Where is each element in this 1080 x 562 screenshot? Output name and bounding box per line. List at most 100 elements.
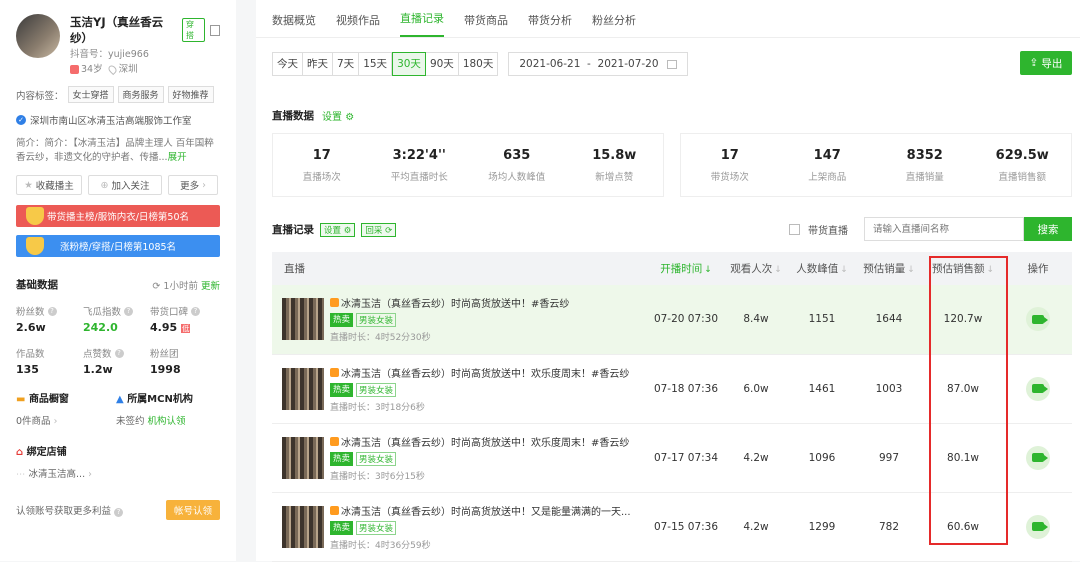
store-section: ⌂ 绑定店铺 ⋯ 冰清玉洁高... › bbox=[16, 443, 220, 480]
filter-row: 今天 昨天 7天 15天 30天 90天 180天 2021-06-21 - 2… bbox=[272, 52, 689, 76]
live-thumbnail[interactable] bbox=[282, 505, 324, 548]
content-tag[interactable]: 商务服务 bbox=[117, 86, 164, 103]
shop-link[interactable]: 0件商品 › bbox=[16, 413, 116, 427]
tab-overview[interactable]: 数据概览 bbox=[272, 12, 316, 37]
table-row[interactable]: 冰清玉洁（真丝香云纱）时尚高货放送中！又是能量满满的一天... 热卖 男装女装 直… bbox=[272, 492, 1072, 561]
table-row[interactable]: 冰清玉洁（真丝香云纱）时尚高货放送中！欢乐度周末！#香云纱 热卖 男装女装 直播时… bbox=[272, 423, 1072, 492]
cell-revenue: 87.0w bbox=[947, 382, 979, 395]
col-revenue[interactable]: 预估销售额 ↓ bbox=[922, 252, 1004, 285]
tab-videos[interactable]: 视频作品 bbox=[336, 12, 380, 37]
video-camera-icon[interactable] bbox=[1026, 445, 1050, 470]
live-thumbnail[interactable] bbox=[282, 298, 324, 341]
period-yesterday[interactable]: 昨天 bbox=[303, 53, 333, 75]
rank-badge-sales[interactable]: 带货播主榜/服饰内衣/日榜第50名 bbox=[16, 205, 220, 227]
date-range-picker[interactable]: 2021-06-21 - 2021-07-20 bbox=[508, 52, 689, 76]
sales-live-checkbox[interactable] bbox=[789, 224, 800, 235]
col-start-time[interactable]: 开播时间 ↓ bbox=[648, 252, 724, 285]
records-title: 直播记录 bbox=[272, 224, 314, 236]
live-icon bbox=[330, 436, 339, 446]
records-replay-button[interactable]: 回采 ⟳ bbox=[361, 222, 397, 237]
hot-badge: 热卖 bbox=[330, 451, 354, 466]
period-15d[interactable]: 15天 bbox=[359, 53, 393, 75]
live-title[interactable]: 冰清玉洁（真丝香云纱）时尚高货放送中！欢乐度周末！#香云纱 bbox=[341, 365, 629, 380]
sales-live-filter[interactable]: 带货直播 bbox=[789, 222, 848, 237]
cell-start: 07-17 07:34 bbox=[653, 451, 719, 464]
cell-views: 6.0w bbox=[743, 382, 769, 395]
qrcode-icon[interactable] bbox=[209, 24, 220, 36]
records-setting-button[interactable]: 设置 ⚙ bbox=[320, 222, 356, 237]
cell-sales: 1003 bbox=[875, 382, 903, 395]
content-tag[interactable]: 好物推荐 bbox=[167, 86, 214, 103]
period-selector: 今天 昨天 7天 15天 30天 90天 180天 bbox=[272, 52, 499, 76]
gear-icon: ⚙ bbox=[345, 112, 355, 123]
period-90d[interactable]: 90天 bbox=[426, 53, 459, 75]
help-icon[interactable]: ? bbox=[114, 508, 124, 517]
content-tags: 内容标签： 女士穿搭 商务服务 好物推荐 bbox=[16, 86, 220, 103]
period-30d[interactable]: 30天 bbox=[392, 52, 426, 76]
claim-row: 认领账号获取更多利益 ? 帐号认领 bbox=[16, 500, 220, 520]
cell-views: 4.2w bbox=[743, 451, 769, 464]
video-camera-icon[interactable] bbox=[1026, 514, 1050, 539]
tab-bar: 数据概览 视频作品 直播记录 带货商品 带货分析 粉丝分析 bbox=[256, 0, 1080, 38]
help-icon[interactable]: ? bbox=[124, 306, 134, 316]
search-input[interactable] bbox=[864, 217, 1024, 241]
period-7d[interactable]: 7天 bbox=[333, 53, 360, 75]
content-tag[interactable]: 女士穿搭 bbox=[67, 86, 114, 103]
tab-live-records[interactable]: 直播记录 bbox=[400, 10, 444, 37]
stat-likes: 点赞数? 1.2w bbox=[83, 346, 150, 376]
sort-icon: ↓ bbox=[907, 265, 915, 275]
gear-icon: ⚙ bbox=[343, 225, 352, 236]
live-data-setting-link[interactable]: 设置 ⚙ bbox=[322, 108, 354, 123]
mcn-claim-link[interactable]: 机构认领 bbox=[148, 416, 186, 427]
live-duration: 直播时长：3时18分6秒 bbox=[330, 402, 425, 413]
content-tags-label: 内容标签： bbox=[16, 90, 64, 102]
period-180d[interactable]: 180天 bbox=[459, 53, 498, 75]
table-row[interactable]: 冰清玉洁（真丝香云纱）时尚高货放送中！欢乐度周末！#香云纱 热卖 男装女装 直播时… bbox=[272, 354, 1072, 423]
tab-sales-analysis[interactable]: 带货分析 bbox=[528, 12, 572, 37]
col-views[interactable]: 观看人次 ↓ bbox=[724, 252, 788, 285]
tab-fans-analysis[interactable]: 粉丝分析 bbox=[592, 12, 636, 37]
live-title[interactable]: 冰清玉洁（真丝香云纱）时尚高货放送中！欢乐度周末！#香云纱 bbox=[341, 434, 629, 449]
kpi: 15.8w 新增点赞 bbox=[592, 147, 637, 183]
export-icon: ⇪ bbox=[1029, 57, 1039, 69]
cell-peak: 1096 bbox=[808, 451, 836, 464]
table-row[interactable]: 冰清玉洁（真丝香云纱）时尚高货放送中！#香云纱 热卖 男装女装 直播时长：4时52… bbox=[272, 285, 1072, 354]
live-thumbnail[interactable] bbox=[282, 367, 324, 410]
video-camera-icon[interactable] bbox=[1026, 307, 1050, 332]
help-icon[interactable]: ? bbox=[191, 306, 201, 316]
col-sales[interactable]: 预估销量 ↓ bbox=[856, 252, 922, 285]
tab-products[interactable]: 带货商品 bbox=[464, 12, 508, 37]
basic-data-title: 基础数据 bbox=[16, 279, 58, 291]
help-icon[interactable]: ? bbox=[114, 348, 124, 358]
rank-badge-fans[interactable]: 涨粉榜/穿搭/日榜第1085名 bbox=[16, 235, 220, 257]
collect-button[interactable]: ★ 收藏播主 bbox=[16, 175, 82, 195]
claim-button[interactable]: 帐号认领 bbox=[165, 500, 220, 520]
video-camera-icon[interactable] bbox=[1026, 376, 1050, 401]
help-icon[interactable]: ? bbox=[47, 306, 57, 316]
cell-views: 8.4w bbox=[743, 313, 769, 326]
period-today[interactable]: 今天 bbox=[273, 53, 303, 75]
avatar[interactable] bbox=[16, 14, 60, 58]
update-link[interactable]: 更新 bbox=[201, 281, 220, 292]
category-badge: 男装女装 bbox=[356, 313, 397, 328]
live-title[interactable]: 冰清玉洁（真丝香云纱）时尚高货放送中！又是能量满满的一天... bbox=[341, 503, 631, 518]
store-link[interactable]: ⋯ 冰清玉洁高... › bbox=[16, 466, 220, 480]
live-icon bbox=[330, 505, 339, 515]
col-live: 直播 bbox=[284, 263, 305, 275]
more-button[interactable]: 更多 › bbox=[168, 175, 218, 195]
intro-expand-link[interactable]: 展开 bbox=[168, 152, 187, 163]
kpi: 635 场均人数峰值 bbox=[488, 147, 546, 183]
intro: 简介：简介：【冰清玉洁】品牌主理人 百年国粹香云纱，非遗文化的守护者、传播...… bbox=[16, 137, 220, 165]
col-peak[interactable]: 人数峰值 ↓ bbox=[788, 252, 856, 285]
live-title[interactable]: 冰清玉洁（真丝香云纱）时尚高货放送中！#香云纱 bbox=[341, 295, 569, 310]
stat-reputation: 带货口碑? 4.95 低 bbox=[150, 304, 220, 334]
live-duration: 直播时长：3时6分15秒 bbox=[330, 471, 425, 482]
cell-start: 07-20 07:30 bbox=[653, 313, 719, 326]
export-button[interactable]: ⇪ 导出 bbox=[1020, 51, 1072, 75]
kpi: 629.5w 直播销售额 bbox=[995, 147, 1049, 183]
trophy-icon bbox=[26, 207, 44, 225]
search-button[interactable]: 搜索 bbox=[1024, 217, 1072, 241]
follow-button[interactable]: ⊕ 加入关注 bbox=[88, 175, 162, 195]
type-tag: 穿搭 bbox=[181, 18, 205, 42]
live-thumbnail[interactable] bbox=[282, 436, 324, 479]
